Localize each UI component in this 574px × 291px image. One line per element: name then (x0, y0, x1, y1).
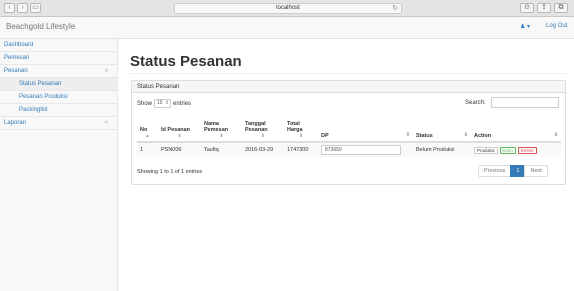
sort-icon: ⇕ (177, 133, 182, 138)
col-header-action[interactable]: Action ⇕ (471, 114, 561, 143)
sort-icon: ⇕ (405, 132, 410, 138)
tabs-icon[interactable]: ⧉ (554, 3, 568, 13)
sort-icon: ⇕ (553, 132, 558, 138)
title-divider (130, 73, 566, 74)
download-icon[interactable]: ⊙ (520, 3, 534, 13)
sidebar-item-packinglist[interactable]: Packinglist (0, 104, 117, 117)
entries-length-control: Show 10 ⇕ entries (137, 99, 191, 108)
pagination-page-1[interactable]: 1 (510, 165, 526, 177)
sort-icon: ⇕ (463, 132, 468, 138)
col-header-nama-pemesan[interactable]: Nama Pemesan ⇕ (201, 114, 242, 143)
chevron-down-icon: v (105, 68, 108, 74)
sidebar-item-pesanan[interactable]: Pesanan v (0, 65, 117, 78)
pagination-previous[interactable]: Previous (478, 165, 512, 177)
sidebar-item-label: Pesanan Produksi (19, 94, 68, 100)
sidebar-toggle-icon[interactable]: ▭ (30, 3, 41, 13)
sidebar-item-label: Pesanan (4, 68, 28, 74)
panel-heading: Status Pesanan (132, 81, 565, 93)
show-label: Show (137, 100, 153, 107)
search-label: Search: (465, 100, 486, 106)
pagination-next[interactable]: Next (524, 165, 548, 177)
select-caret-icon: ⇕ (164, 100, 170, 106)
action-buttons: Produksi Kirim Delete (474, 146, 558, 154)
sidebar: Dashboard Pemesan Pesanan v Status Pesan… (0, 39, 118, 291)
sidebar-item-laporan[interactable]: Laporan < (0, 117, 117, 130)
entries-label: entries (173, 100, 192, 107)
cell-dp: 873650 (318, 141, 413, 157)
address-bar[interactable]: localhost ↻ (174, 3, 402, 14)
cell-nama-pemesan: Taufiq (201, 141, 242, 157)
share-icon[interactable]: ⇪ (537, 3, 551, 13)
reload-icon[interactable]: ↻ (392, 4, 398, 13)
entries-value: 10 (157, 100, 163, 106)
chevron-left-icon: < (104, 120, 108, 126)
sidebar-item-label: Pemesan (4, 55, 30, 61)
entries-select[interactable]: 10 ⇕ (154, 99, 172, 108)
produksi-button[interactable]: Produksi (474, 146, 498, 154)
col-header-dp[interactable]: DP ⇕ (318, 114, 413, 143)
sort-icon: ⇕ (219, 133, 224, 138)
col-header-tanggal-pesanan[interactable]: Tanggal Pesanan ⇕ (242, 114, 284, 143)
cell-status: Belum Produksi (413, 141, 471, 157)
col-header-status[interactable]: Status ⇕ (413, 114, 471, 143)
page-title: Status Pesanan (130, 53, 242, 70)
cell-id-pesanan: PSN006 (158, 141, 201, 157)
sidebar-item-pemesan[interactable]: Pemesan (0, 52, 117, 65)
sort-asc-icon: ▲ (145, 133, 150, 138)
sidebar-item-label: Dashboard (4, 42, 34, 48)
sidebar-item-label: Laporan (4, 120, 27, 126)
browser-toolbar: ‹ › ▭ localhost ↻ ⊙ ⇪ ⧉ (0, 0, 574, 17)
url-text: localhost (276, 5, 300, 11)
dp-input[interactable]: 873650 (321, 145, 401, 155)
user-menu-icon[interactable]: ♟ ▾ (520, 23, 530, 30)
cell-total-harga: 1747300 (284, 141, 318, 157)
orders-table: No ▲ Id Pesanan ⇕ Nama Pemesan ⇕ Tanggal Pe… (137, 114, 561, 157)
cell-action: Produksi Kirim Delete (471, 141, 561, 157)
col-header-id-pesanan[interactable]: Id Pesanan ⇕ (158, 114, 201, 143)
table-header-row: No ▲ Id Pesanan ⇕ Nama Pemesan ⇕ Tanggal Pe… (137, 114, 561, 143)
sidebar-item-status-pesanan[interactable]: Status Pesanan (0, 78, 117, 91)
brand-name[interactable]: Beachgold Lifestyle (6, 22, 75, 31)
delete-button[interactable]: Delete (517, 146, 537, 154)
col-header-no[interactable]: No ▲ (137, 114, 158, 143)
sidebar-item-label: Status Pesanan (19, 81, 62, 87)
browser-actions: ⊙ ⇪ ⧉ (520, 3, 568, 13)
table-info: Showing 1 to 1 of 1 entries (137, 169, 203, 175)
sidebar-item-pesanan-produksi[interactable]: Pesanan Produksi (0, 91, 117, 104)
col-header-total-harga[interactable]: Total Harga ⇕ (284, 114, 318, 143)
back-icon[interactable]: ‹ (4, 3, 15, 13)
search-input[interactable] (491, 97, 559, 108)
table-row: 1 PSN006 Taufiq 2016-03-29 1747300 87365… (137, 141, 561, 157)
logout-link[interactable]: Log Out (546, 23, 567, 29)
cell-no: 1 (137, 141, 158, 157)
sort-icon: ⇕ (299, 133, 303, 138)
sidebar-item-dashboard[interactable]: Dashboard (0, 39, 117, 52)
forward-icon[interactable]: › (17, 3, 28, 13)
sort-icon: ⇕ (261, 133, 265, 138)
status-panel: Status Pesanan Show 10 ⇕ entries Search:… (131, 80, 566, 185)
browser-nav: ‹ › ▭ (4, 3, 41, 13)
pagination: Previous 1 Next (478, 165, 548, 177)
kirim-button[interactable]: Kirim (499, 146, 516, 154)
cell-tanggal: 2016-03-29 (242, 141, 284, 157)
app-navbar: Beachgold Lifestyle ♟ ▾ Log Out (0, 17, 574, 39)
sidebar-item-label: Packinglist (19, 107, 48, 113)
